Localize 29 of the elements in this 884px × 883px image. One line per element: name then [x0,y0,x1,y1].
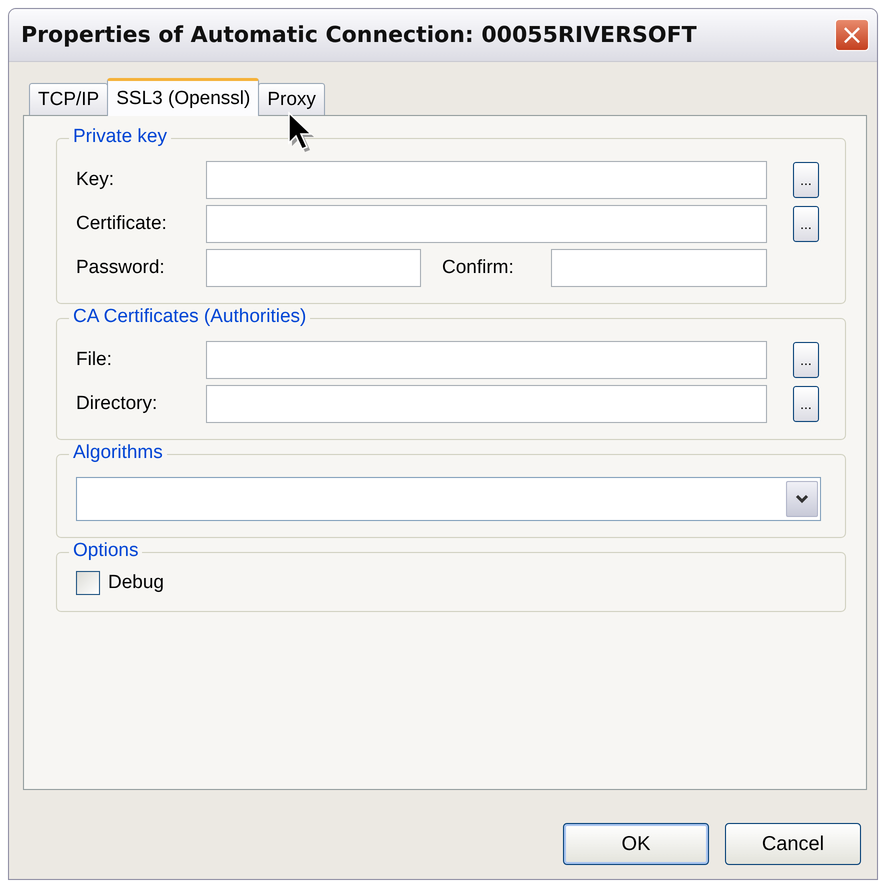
group-title: Private key [69,126,171,148]
tab[interactable]: TCP/IP [29,83,108,115]
group-title: CA Certificates (Authorities) [69,306,310,328]
group-title: Algorithms [69,442,167,464]
browse-button[interactable]: ... [793,342,819,378]
field-label: Directory: [76,393,158,415]
input-field[interactable] [206,161,767,199]
input-field[interactable] [206,249,421,287]
checkbox[interactable] [76,571,100,595]
field-label: Password: [76,257,166,279]
field-label: File: [76,349,113,371]
tab[interactable]: SSL3 (Openssl) [107,78,260,116]
window-title: Properties of Automatic Connection: 00055RIVERSOFT [21,22,697,48]
field-label: Key: [76,169,116,191]
input-field[interactable] [206,341,767,379]
input-field[interactable] [551,249,767,287]
tab[interactable]: Proxy [258,83,325,115]
dialog-button[interactable]: Cancel [725,823,861,865]
input-field[interactable] [206,205,767,243]
dialog-button[interactable]: OK [563,823,709,865]
browse-button[interactable]: ... [793,162,819,198]
input-field[interactable] [206,385,767,423]
browse-button[interactable]: ... [793,386,819,422]
checkbox-label[interactable]: Debug [108,572,164,594]
close-button[interactable]: × [835,19,869,51]
group-title: Options [69,540,142,562]
browse-button[interactable]: ... [793,206,819,242]
field-label: Confirm: [441,257,515,279]
field-label: Certificate: [76,213,168,235]
